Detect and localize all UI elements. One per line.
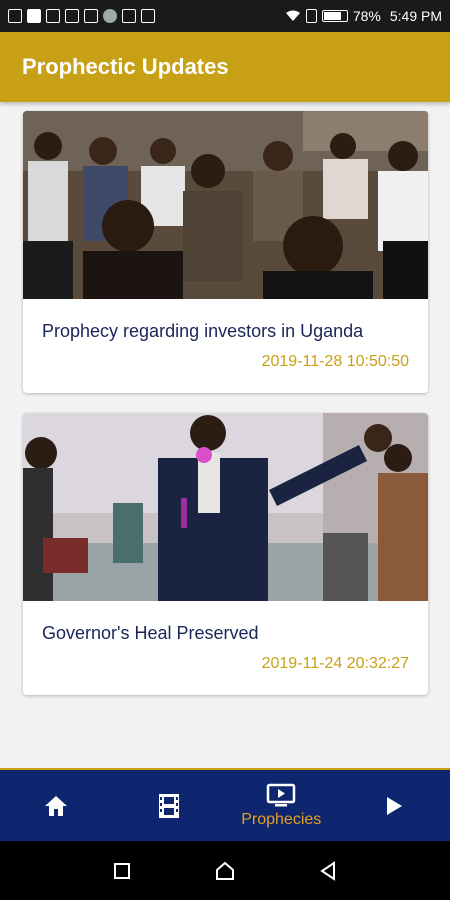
battery-icon	[321, 10, 348, 22]
square-icon	[113, 862, 130, 879]
status-system: 78% 5:49 PM	[285, 8, 442, 24]
post-date: 2019-11-28 10:50:50	[261, 353, 409, 370]
shirt-icon	[8, 9, 22, 23]
system-nav-bar	[0, 841, 450, 900]
nav-videos[interactable]	[114, 770, 224, 841]
posts-list[interactable]: Prophecy regarding investors in Uganda 2…	[0, 102, 450, 768]
status-bar: 78% 5:49 PM	[0, 0, 450, 32]
back-button[interactable]	[316, 859, 340, 883]
clock: 5:49 PM	[389, 8, 442, 24]
post-card[interactable]: Prophecy regarding investors in Uganda 2…	[23, 111, 428, 393]
sim-icon	[305, 9, 317, 23]
nav-prophecies-label: Prophecies	[241, 810, 322, 828]
post-title[interactable]: Governor's Heal Preserved	[42, 623, 259, 644]
audience-seated-photo	[23, 111, 428, 299]
nav-home[interactable]	[1, 770, 111, 841]
page-title: Prophectic Updates	[22, 54, 229, 79]
nav-play[interactable]	[339, 770, 449, 841]
app-bar: Prophectic Updates	[0, 32, 450, 102]
phone-icon	[122, 9, 136, 23]
play-icon	[386, 796, 402, 815]
circle-icon	[103, 9, 117, 23]
photo-icon	[46, 9, 60, 23]
home-outline-icon	[215, 861, 234, 880]
preacher-with-microphone-photo	[23, 413, 428, 601]
mail-icon	[65, 9, 79, 23]
back-triangle-icon	[320, 860, 336, 881]
status-notifications	[8, 9, 155, 23]
battery-level: 78%	[352, 8, 381, 24]
home-icon	[45, 795, 68, 816]
post-title[interactable]: Prophecy regarding investors in Uganda	[42, 321, 363, 342]
tv-play-icon	[267, 783, 296, 806]
film-icon	[158, 793, 179, 818]
post-date: 2019-11-24 20:32:27	[261, 655, 409, 672]
nav-prophecies[interactable]: Prophecies	[226, 770, 336, 841]
post-card[interactable]: Governor's Heal Preserved 2019-11-24 20:…	[23, 413, 428, 695]
image-icon	[84, 9, 98, 23]
shield-icon	[141, 9, 155, 23]
home-button[interactable]	[213, 859, 237, 883]
recents-button[interactable]	[110, 859, 134, 883]
bottom-nav: Prophecies	[0, 768, 450, 841]
notification-icon	[27, 9, 41, 23]
wifi-icon	[285, 10, 300, 21]
